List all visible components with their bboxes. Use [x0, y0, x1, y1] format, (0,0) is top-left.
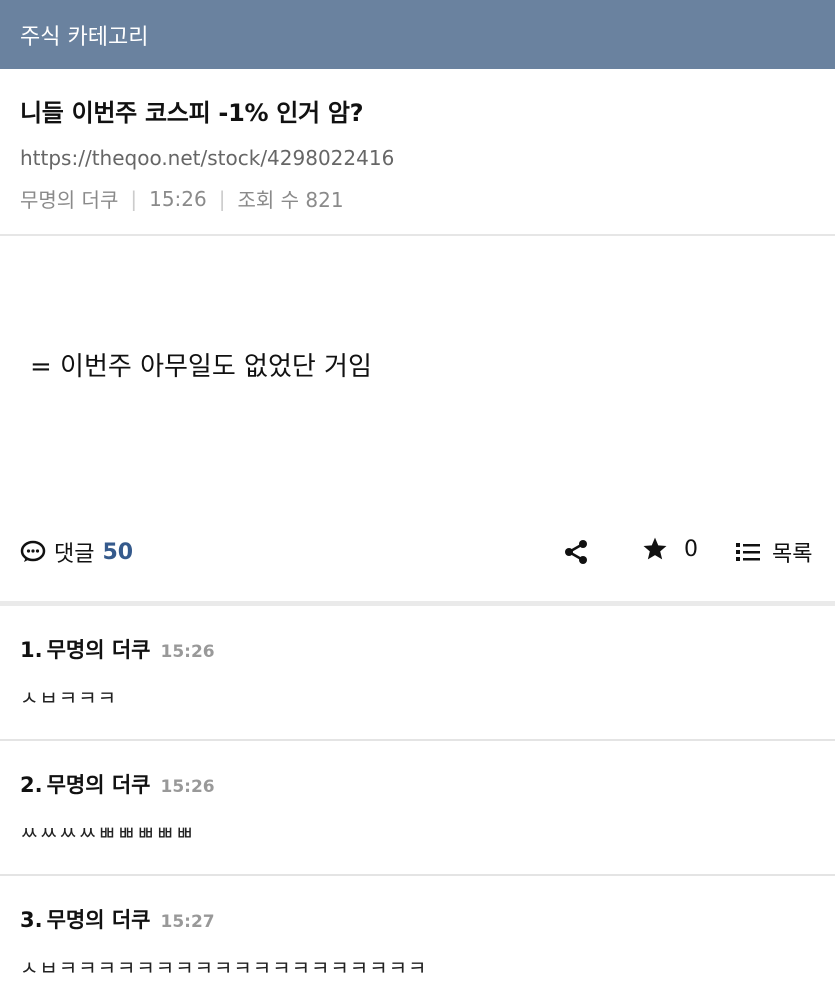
comment-text: ㅅㅂㅋㅋㅋㅋㅋㅋㅋㅋㅋㅋㅋㅋㅋㅋㅋㅋㅋㅋㅋ [20, 956, 428, 980]
comment-time: 15:27 [160, 912, 215, 932]
category-header[interactable]: 주식 카테고리 [0, 0, 835, 69]
comment-header: 2. 무명의 더쿠 15:26 [20, 769, 815, 799]
comment-time: 15:26 [160, 642, 215, 662]
post-title: 니들 이번주 코스피 -1% 인거 암? [20, 99, 364, 127]
share-icon [565, 540, 587, 564]
comment-item: 3. 무명의 더쿠 15:27 ㅅㅂㅋㅋㅋㅋㅋㅋㅋㅋㅋㅋㅋㅋㅋㅋㅋㅋㅋㅋㅋ [0, 876, 835, 987]
comment-header: 1. 무명의 더쿠 15:26 [20, 634, 815, 664]
star-count: 0 [684, 536, 698, 562]
comment-number: 3. [20, 908, 43, 932]
post-header: 니들 이번주 코스피 -1% 인거 암? https://theqoo.net/… [0, 69, 835, 236]
comments-label: 댓글 [54, 542, 95, 567]
comment-text: ㅆㅆㅆㅆㅃㅃㅃㅃㅃ [20, 821, 195, 845]
post-author: 무명의 더쿠 [20, 188, 119, 212]
post-body-text: = 이번주 아무일도 없었단 거임 [30, 352, 372, 382]
post-body: = 이번주 아무일도 없었단 거임 [0, 236, 835, 506]
comment-author[interactable]: 무명의 더쿠 [47, 904, 151, 934]
comments-count: 50 [102, 539, 134, 565]
comment-item: 1. 무명의 더쿠 15:26 ㅅㅂㅋㅋㅋ [0, 606, 835, 741]
post-meta: 무명의 더쿠 | 15:26 | 조회 수 821 [20, 184, 815, 213]
comment-time: 15:26 [160, 777, 215, 797]
list-button[interactable]: 목록 [736, 536, 812, 568]
comment-text: ㅅㅂㅋㅋㅋ [20, 686, 117, 710]
list-icon [736, 543, 760, 561]
meta-divider: | [130, 186, 138, 211]
meta-divider: | [218, 186, 226, 211]
action-bar: 댓글 50 0 목록 [0, 506, 835, 606]
post-time: 15:26 [149, 186, 207, 211]
post-views: 조회 수 821 [237, 188, 344, 212]
comment-list: 1. 무명의 더쿠 15:26 ㅅㅂㅋㅋㅋ 2. 무명의 더쿠 15:26 ㅆㅆ… [0, 606, 835, 987]
comments-button[interactable]: 댓글 50 [20, 536, 133, 568]
comment-author[interactable]: 무명의 더쿠 [47, 634, 151, 664]
post-url[interactable]: https://theqoo.net/stock/4298022416 [20, 146, 815, 170]
comment-item: 2. 무명의 더쿠 15:26 ㅆㅆㅆㅆㅃㅃㅃㅃㅃ [0, 741, 835, 876]
comment-number: 1. [20, 638, 43, 662]
star-icon [643, 537, 667, 560]
list-label: 목록 [772, 542, 813, 567]
comment-icon [20, 540, 46, 562]
comment-author[interactable]: 무명의 더쿠 [47, 769, 151, 799]
comment-number: 2. [20, 773, 43, 797]
comment-header: 3. 무명의 더쿠 15:27 [20, 904, 815, 934]
share-button[interactable] [563, 539, 589, 569]
star-button[interactable]: 0 [642, 536, 698, 562]
category-title[interactable]: 주식 카테고리 [20, 19, 148, 51]
